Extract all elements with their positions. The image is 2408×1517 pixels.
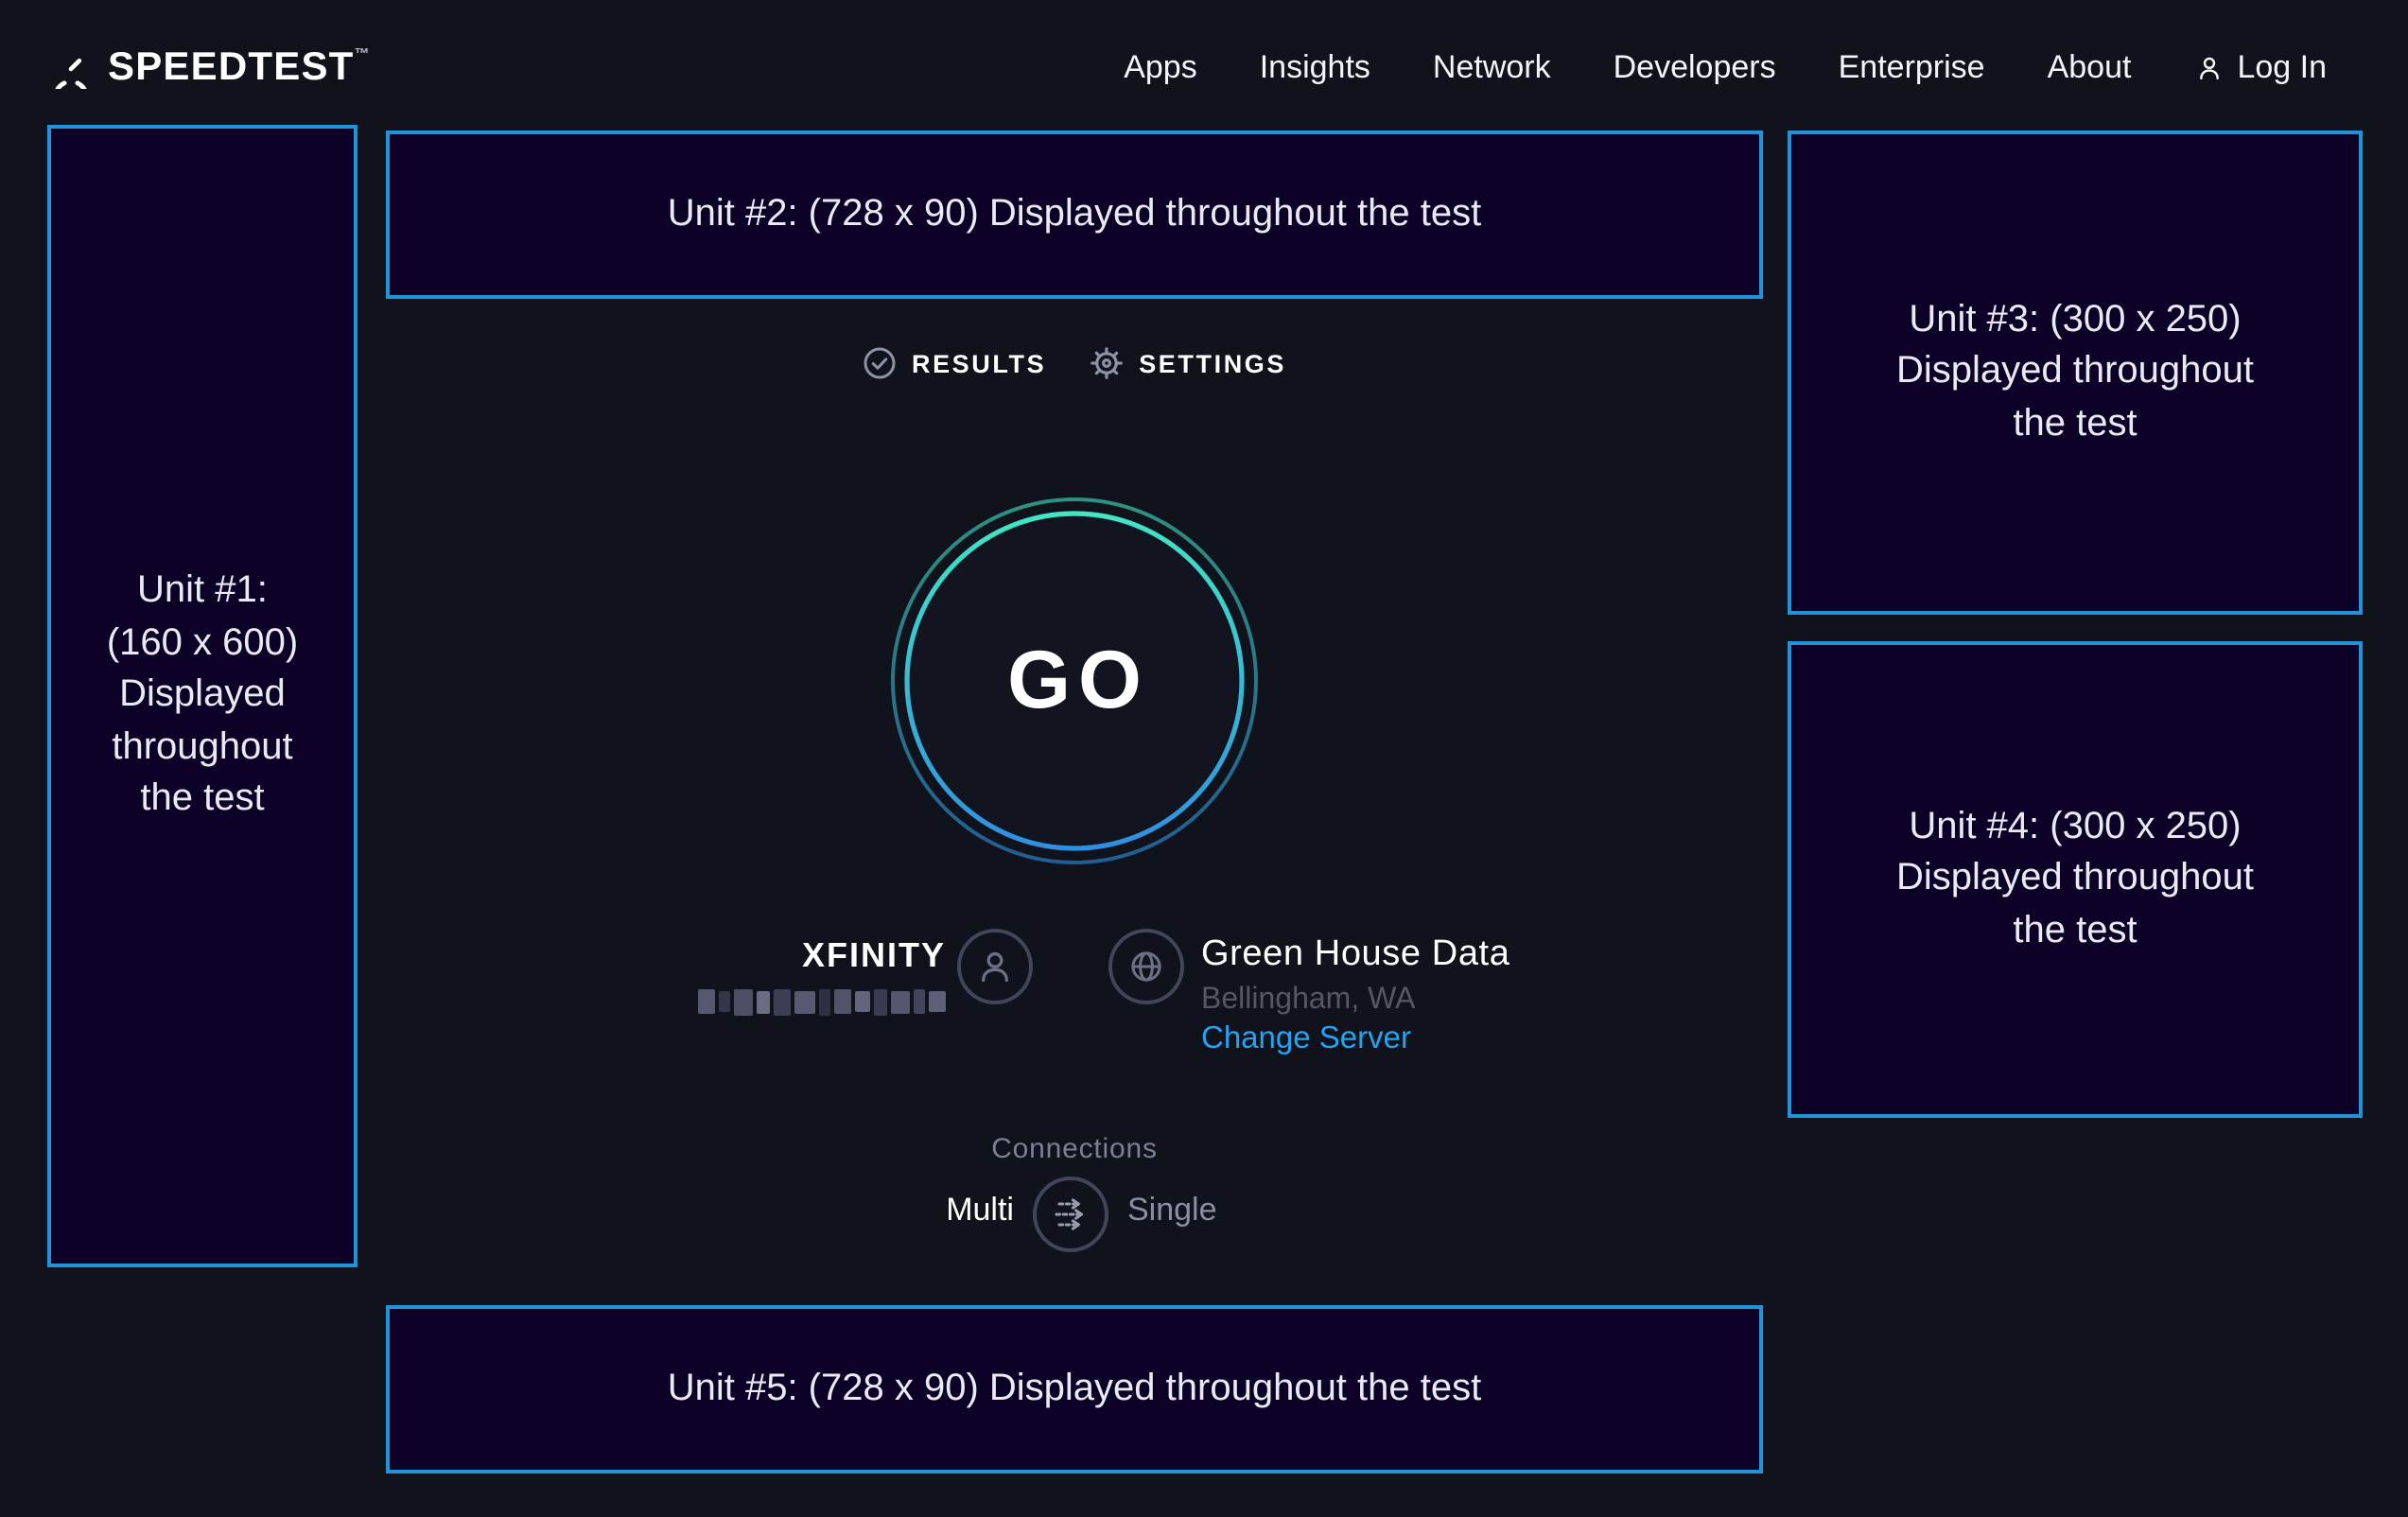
server-globe-icon (1108, 929, 1184, 1004)
speedtest-logo[interactable]: SPEEDTEST™ (51, 45, 371, 91)
tab-results-label: RESULTS (912, 349, 1046, 377)
logo-text: SPEEDTEST™ (108, 45, 371, 91)
ad-unit-4[interactable]: Unit #4: (300 x 250) Displayed throughou… (1788, 641, 2363, 1118)
go-button[interactable]: GO (876, 482, 1273, 880)
user-icon (2193, 53, 2224, 83)
tabs-row: RESULTS (386, 346, 1763, 380)
ad-unit-3[interactable]: Unit #3: (300 x 250) Displayed throughou… (1788, 131, 2363, 615)
connections-single-option[interactable]: Single (1127, 1192, 1217, 1229)
server-info: Green House Data Bellingham, WA Change S… (1201, 934, 1509, 1057)
results-check-icon (863, 346, 897, 380)
nav-item-enterprise[interactable]: Enterprise (1839, 49, 1985, 87)
speedtest-page: SPEEDTEST™ Apps Insights Network Develop… (0, 0, 2408, 1517)
tab-results[interactable]: RESULTS (863, 346, 1046, 380)
ad-unit-4-text: Unit #4: (300 x 250) Displayed throughou… (1896, 801, 2254, 958)
nav-item-about[interactable]: About (2048, 49, 2132, 87)
ad-unit-1[interactable]: Unit #1: (160 x 600) Displayed throughou… (47, 125, 358, 1267)
login-link[interactable]: Log In (2193, 49, 2327, 87)
tab-settings[interactable]: SETTINGS (1090, 346, 1286, 380)
connections-multi-option[interactable]: Multi (946, 1192, 1014, 1229)
ad-unit-1-text: Unit #1: (160 x 600) Displayed throughou… (107, 566, 298, 827)
tab-settings-label: SETTINGS (1139, 349, 1286, 377)
settings-gear-icon (1090, 346, 1124, 380)
server-name: Green House Data (1201, 934, 1509, 974)
go-button-label: GO (876, 482, 1273, 880)
speedtest-main-panel: RESULTS (386, 0, 1763, 1517)
ad-unit-3-text: Unit #3: (300 x 250) Displayed throughou… (1896, 294, 2254, 451)
trademark-mark: ™ (355, 45, 371, 62)
isp-name: XFINITY (698, 936, 946, 974)
speedtest-gauge-icon (51, 48, 91, 88)
server-location: Bellingham, WA (1201, 984, 1509, 1018)
login-label: Log In (2237, 49, 2327, 87)
ip-address-redacted (698, 987, 946, 1016)
connections-title: Connections (386, 1133, 1763, 1165)
isp-user-icon (957, 929, 1033, 1004)
isp-info: XFINITY (698, 936, 946, 1016)
connections-toggle-icon[interactable] (1033, 1177, 1108, 1252)
change-server-link[interactable]: Change Server (1201, 1021, 1509, 1057)
